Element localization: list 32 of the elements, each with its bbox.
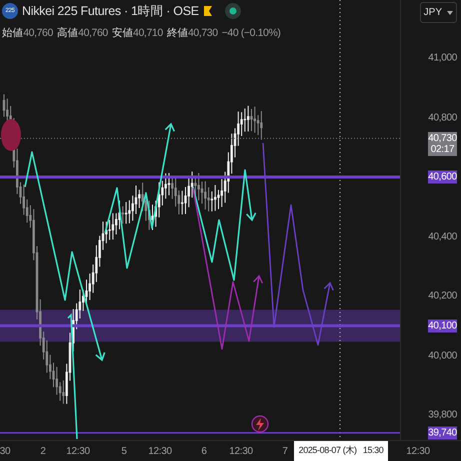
currency-dropdown[interactable]: JPY	[420, 2, 457, 23]
price-tick: 40,200	[428, 290, 457, 304]
price-tick: 39,800	[428, 408, 457, 422]
event-marker	[1, 119, 21, 151]
price-tick: 41,000	[428, 52, 457, 66]
price-tick: 40,000	[428, 349, 457, 363]
crosshair-time-label: 2025-08-07 (木) 15:30	[294, 441, 388, 461]
time-label: 12:30	[406, 445, 430, 459]
time-label: 7	[282, 445, 288, 459]
time-label: 12:30	[66, 445, 90, 459]
time-label: 30	[0, 445, 10, 459]
ohlc-value: 高値40,760	[56, 26, 108, 41]
price-label: 40,100	[428, 319, 457, 332]
ohlc-value: 安値40,710	[112, 26, 163, 41]
time-label: 12:30	[148, 445, 172, 459]
flag-icon	[202, 5, 213, 18]
last-price-label: 40,730 02:17	[428, 132, 457, 156]
ohlc-value: 始値40,760	[2, 26, 53, 41]
price-tick: 40,800	[428, 111, 457, 125]
price-tick: 40,400	[428, 230, 457, 244]
chart-title: Nikkei 225 Futures · 1時間 · OSE	[22, 3, 199, 20]
time-label: 12:30	[229, 445, 253, 459]
time-label: 5	[121, 445, 127, 459]
time-label: 6	[201, 445, 207, 459]
price-label: 40,600	[428, 170, 457, 184]
lightning-icon	[251, 415, 269, 433]
price-label: 39,740	[428, 426, 457, 440]
price-change: −40 (−0.10%)	[222, 26, 281, 41]
time-label: 2	[40, 445, 46, 459]
ohlc-value: 終値40,730	[166, 26, 218, 41]
status-icon	[224, 3, 241, 20]
caret-icon	[447, 10, 453, 14]
